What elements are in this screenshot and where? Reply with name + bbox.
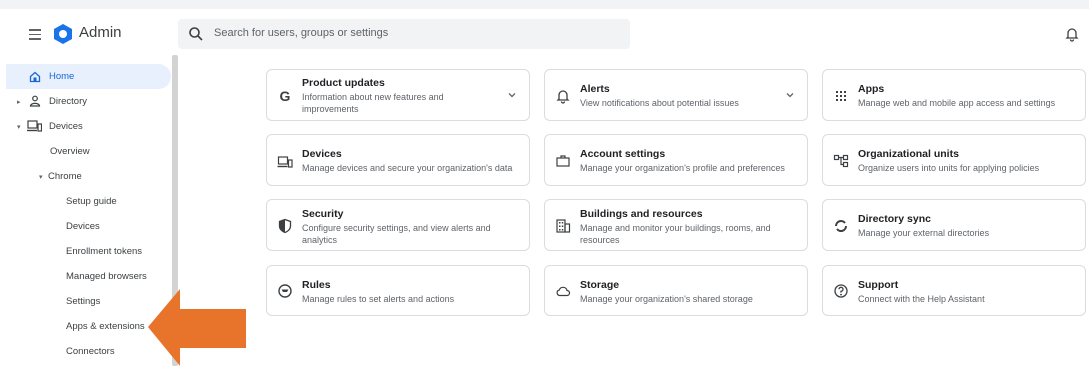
card-description: Manage your organization's shared storag… (580, 294, 753, 304)
sidebar-item-managed-browsers[interactable]: Managed browsers (6, 264, 171, 289)
sidebar-item-label: Overview (50, 146, 90, 157)
card-title: Product updates (302, 77, 385, 89)
sync-icon (835, 220, 847, 232)
card-directory-sync[interactable]: Directory sync Manage your external dire… (822, 199, 1086, 251)
card-title: Directory sync (858, 213, 931, 225)
briefcase-icon (556, 155, 570, 167)
sidebar-nav: Home ▸ Directory ▾ Devices Overview ▾ Ch… (6, 59, 171, 366)
card-title: Security (302, 208, 344, 220)
org-units-icon (833, 154, 849, 168)
sidebar-item-label: Managed browsers (66, 271, 147, 282)
card-account-settings[interactable]: Account settings Manage your organizatio… (544, 134, 808, 186)
card-title: Devices (302, 148, 342, 160)
card-support[interactable]: Support Connect with the Help Assistant (822, 265, 1086, 316)
sidebar-item-devices[interactable]: ▾ Devices (6, 114, 171, 139)
notifications-bell-icon[interactable] (1064, 26, 1080, 42)
sidebar-item-chrome[interactable]: ▾ Chrome (6, 164, 171, 189)
hamburger-icon (29, 29, 41, 31)
caret-down-icon[interactable]: ▾ (17, 123, 21, 131)
cloud-icon (556, 286, 571, 297)
bell-icon (556, 90, 570, 104)
shield-icon (278, 218, 292, 234)
sidebar-item-label: Apps & extensions (66, 321, 145, 332)
chevron-down-icon[interactable] (785, 90, 795, 100)
card-description: Organize users into units for applying p… (858, 163, 1040, 173)
sidebar-item-overview[interactable]: Overview (6, 139, 171, 164)
sidebar-item-label: Connectors (66, 346, 115, 357)
chevron-down-icon[interactable] (507, 90, 517, 100)
card-description: Connect with the Help Assistant (858, 294, 985, 304)
card-description: Manage your organization's profile and p… (580, 163, 785, 173)
rules-icon (278, 284, 292, 298)
apps-grid-icon (836, 91, 846, 101)
google-g-icon: G (280, 88, 291, 104)
sidebar-item-enrollment-tokens[interactable]: Enrollment tokens (6, 239, 171, 264)
card-description: Configure security settings, and view al… (302, 223, 491, 245)
person-icon (29, 95, 41, 107)
search-input[interactable]: Search for users, groups or settings (214, 27, 388, 39)
card-organizational-units[interactable]: Organizational units Organize users into… (822, 134, 1086, 186)
sidebar-item-label: Enrollment tokens (66, 246, 143, 257)
sidebar-item-label: Settings (66, 296, 101, 307)
sidebar-item-connectors[interactable]: Connectors (6, 339, 171, 364)
card-apps[interactable]: Apps Manage web and mobile app access an… (822, 69, 1086, 121)
sidebar-item-label: Devices (49, 121, 83, 132)
admin-logo-icon[interactable] (52, 23, 74, 45)
card-description: Manage your external directories (858, 228, 990, 238)
sidebar-item-home[interactable]: Home (6, 64, 171, 89)
card-storage[interactable]: Storage Manage your organization's share… (544, 265, 808, 316)
main-menu-button[interactable] (24, 26, 46, 44)
card-title: Rules (302, 279, 331, 291)
top-app-bar: Admin Search for users, groups or settin… (0, 9, 1089, 59)
card-description: Manage and monitor your buildings, rooms… (580, 223, 771, 245)
card-alerts[interactable]: Alerts View notifications about potentia… (544, 69, 808, 121)
sidebar-item-label: Setup guide (66, 196, 117, 207)
callout-arrow-icon (148, 289, 246, 366)
sidebar-item-label: Chrome (48, 171, 82, 182)
card-devices[interactable]: Devices Manage devices and secure your o… (266, 134, 530, 186)
card-title: Apps (858, 83, 885, 95)
app-title: Admin (79, 24, 122, 41)
card-description: View notifications about potential issue… (580, 98, 739, 108)
card-title: Storage (580, 279, 620, 291)
sidebar-item-label: Directory (49, 96, 88, 107)
card-buildings-resources[interactable]: Buildings and resources Manage and monit… (544, 199, 808, 251)
card-description: Manage devices and secure your organizat… (302, 163, 513, 173)
sidebar-item-chrome-devices[interactable]: Devices (6, 214, 171, 239)
card-security[interactable]: Security Configure security settings, an… (266, 199, 530, 251)
caret-right-icon[interactable]: ▸ (17, 98, 21, 106)
sidebar-item-setup-guide[interactable]: Setup guide (6, 189, 171, 214)
sidebar-item-apps-extensions[interactable]: Apps & extensions (6, 314, 171, 339)
card-description: Information about new features and impro… (302, 92, 444, 114)
card-rules[interactable]: Rules Manage rules to set alerts and act… (266, 265, 530, 316)
search-icon (189, 27, 203, 41)
card-product-updates[interactable]: G Product updates Information about new … (266, 69, 530, 121)
sidebar-item-settings[interactable]: Settings (6, 289, 171, 314)
card-title: Buildings and resources (580, 208, 703, 220)
sidebar-item-label: Devices (66, 221, 100, 232)
devices-icon (27, 120, 42, 132)
sidebar-item-directory[interactable]: ▸ Directory (6, 89, 171, 114)
sidebar-item-label: Home (49, 71, 75, 82)
help-icon (834, 284, 848, 298)
building-icon (556, 219, 571, 233)
card-description: Manage rules to set alerts and actions (302, 294, 455, 304)
card-title: Alerts (580, 83, 610, 95)
card-title: Organizational units (858, 148, 959, 160)
svg-text:G: G (280, 88, 291, 104)
card-title: Account settings (580, 148, 666, 160)
devices-icon (277, 156, 293, 168)
card-description: Manage web and mobile app access and set… (858, 98, 1056, 108)
caret-down-icon[interactable]: ▾ (39, 173, 43, 181)
search-bar[interactable]: Search for users, groups or settings (178, 19, 630, 49)
card-title: Support (858, 279, 899, 291)
window-top-strip (0, 0, 1089, 9)
home-icon (29, 71, 41, 83)
